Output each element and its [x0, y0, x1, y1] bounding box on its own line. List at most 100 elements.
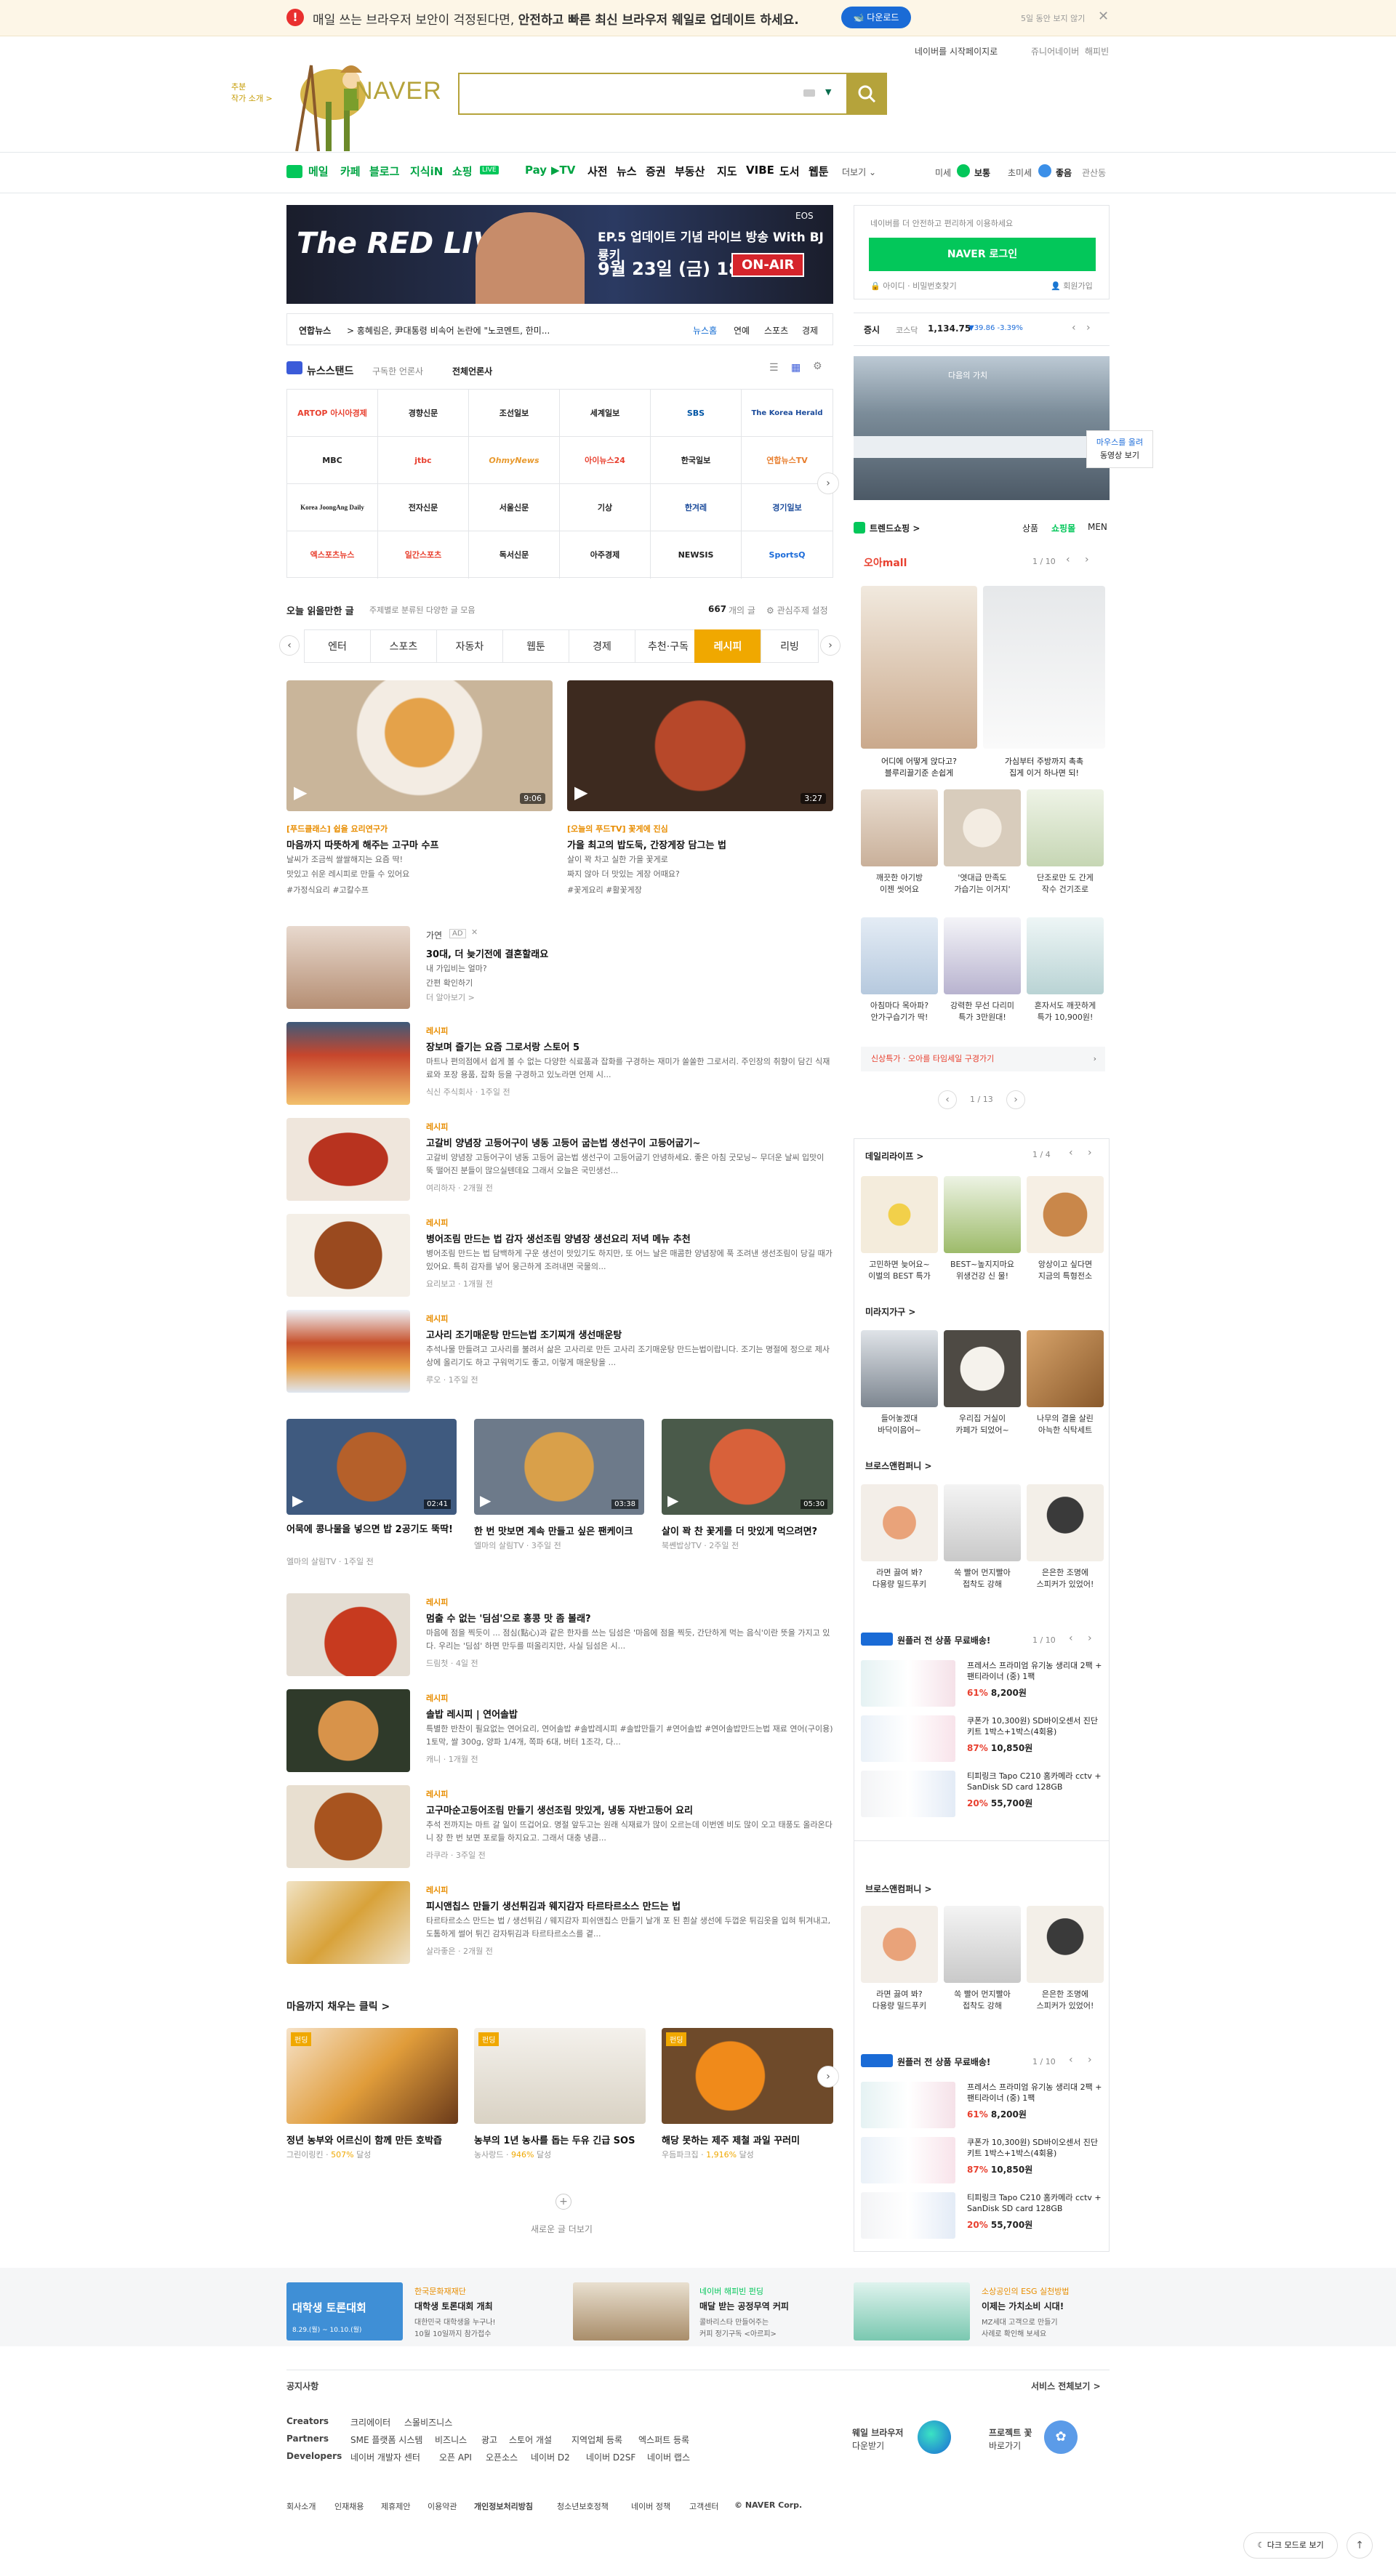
- feed-tab[interactable]: 엔터: [304, 629, 371, 663]
- article-meta[interactable]: 여리하자 · 2개월 전: [426, 1182, 493, 1195]
- article-thumbnail[interactable]: [286, 1689, 410, 1772]
- press-logo[interactable]: 일간스포츠: [378, 531, 469, 579]
- press-logo[interactable]: 서울신문: [469, 484, 560, 531]
- article-meta[interactable]: 요리보고 · 1개월 전: [426, 1278, 493, 1291]
- product-item[interactable]: 우리집 거실이 카페가 되었어~: [944, 1330, 1021, 1436]
- set-homepage-link[interactable]: 네이버를 시작페이지로: [915, 45, 998, 57]
- article-meta[interactable]: 라쿠라 · 3주일 전: [426, 1849, 486, 1862]
- product-image[interactable]: [861, 586, 977, 749]
- deal-image[interactable]: [861, 2192, 955, 2239]
- play-icon[interactable]: ▶: [294, 782, 307, 802]
- deal-image[interactable]: [861, 1771, 955, 1817]
- product-item[interactable]: 쏙 빨어 먼지빨아 접착도 강해: [944, 1484, 1021, 1590]
- press-logo[interactable]: 조선일보: [469, 390, 560, 437]
- search-input[interactable]: [458, 73, 887, 115]
- banner-title[interactable]: 매달 받는 공정무역 커피: [699, 2300, 789, 2312]
- article-thumbnail[interactable]: [286, 1785, 410, 1868]
- press-logo[interactable]: ARTOP 아시아경제: [287, 390, 378, 437]
- feed-tab[interactable]: 추천·구독: [635, 629, 702, 663]
- product-item[interactable]: 은은한 조명에 스피커가 있었어!: [1027, 1484, 1104, 1590]
- shopping-tab-malls[interactable]: 쇼핑몰: [1051, 522, 1075, 534]
- footer-link[interactable]: 오픈 API: [439, 2451, 472, 2463]
- footer-link[interactable]: 네이버 개발자 센터: [350, 2451, 420, 2463]
- article-title[interactable]: 고구마순고등어조림 만들기 생선조림 맛있게, 냉동 자반고등어 요리: [426, 1803, 693, 1816]
- footer-bottom-link[interactable]: 회사소개: [286, 2500, 316, 2512]
- chevron-right-icon[interactable]: ›: [1085, 554, 1089, 565]
- chevron-right-icon[interactable]: ›: [1086, 322, 1091, 334]
- deal-image[interactable]: [861, 2082, 955, 2128]
- article-title[interactable]: 피시앤칩스 만들기 생선튀김과 웨지감자 타르타르소스 만드는 법: [426, 1899, 681, 1912]
- video-channel[interactable]: [푸드클래스] 쉽을 요리연구가: [286, 823, 388, 834]
- footer-bottom-link[interactable]: 고객센터: [689, 2500, 718, 2512]
- press-logo[interactable]: 한국일보: [651, 437, 742, 484]
- nav-pay[interactable]: Pay: [525, 164, 547, 177]
- nav-news[interactable]: 뉴스: [617, 164, 637, 179]
- footer-link[interactable]: 네이버 D2SF: [586, 2451, 635, 2463]
- stock-widget[interactable]: 증시 코스닥 1,134.75 ▼39.86 -3.39% ‹ ›: [854, 313, 1110, 346]
- video-title[interactable]: 마음까지 따뜻하게 해주는 고구마 수프: [286, 837, 438, 851]
- product-item[interactable]: 단조로만 도 간게 작수 건기조로: [1027, 789, 1104, 895]
- press-logo[interactable]: The Korea Herald: [742, 390, 833, 437]
- nav-more[interactable]: 더보기 ⌄: [842, 166, 876, 178]
- nav-vibe[interactable]: VIBE: [746, 164, 774, 177]
- ad-banner[interactable]: The RED LIVE EP.5 업데이트 기념 라이브 방송 With BJ…: [286, 205, 833, 304]
- nav-kin[interactable]: 지식iN: [410, 164, 443, 179]
- press-logo[interactable]: 경기일보: [742, 484, 833, 531]
- press-logo[interactable]: OhmyNews: [469, 437, 560, 484]
- video-tags[interactable]: #가정식요리 #고칼수프: [286, 884, 369, 897]
- nav-blog[interactable]: 블로그: [369, 164, 399, 179]
- deal-title[interactable]: 원플러 전 상품 무료배송!: [897, 2056, 990, 2068]
- nav-dict[interactable]: 사전: [587, 164, 608, 179]
- chevron-left-icon[interactable]: ‹: [938, 1090, 957, 1109]
- feed-tab[interactable]: 리빙: [761, 629, 819, 663]
- video-thumbnail[interactable]: ▶ 9:06: [286, 680, 553, 811]
- nav-webtoon[interactable]: 웹툰: [809, 164, 829, 179]
- close-icon[interactable]: ✕: [471, 927, 478, 937]
- product-item[interactable]: 혼자서도 깨끗하게 특가 10,900원!: [1027, 917, 1104, 1023]
- chevron-right-icon[interactable]: ›: [817, 472, 839, 494]
- chevron-left-icon[interactable]: ‹: [1069, 2054, 1073, 2066]
- chevron-right-icon[interactable]: ›: [1088, 1147, 1092, 1159]
- close-icon[interactable]: ✕: [1098, 9, 1109, 24]
- mirae-title[interactable]: 미라지가구 >: [865, 1305, 915, 1318]
- nav-realestate[interactable]: 부동산: [675, 164, 705, 179]
- article-thumbnail[interactable]: [286, 1022, 410, 1105]
- find-id-link[interactable]: 🔒 아이디 · 비밀번호찾기: [870, 280, 957, 291]
- more-articles-link[interactable]: 새로운 글 더보기: [531, 2223, 593, 2235]
- product-item[interactable]: 아침마다 목아파? 안가구습기가 딱!: [861, 917, 938, 1023]
- video-thumbnail[interactable]: ▶ 05:30: [662, 1419, 833, 1515]
- happybean-link[interactable]: 해피빈: [1085, 45, 1109, 57]
- video-thumbnail[interactable]: ▶ 02:41: [286, 1419, 457, 1515]
- product-item[interactable]: 라면 끓여 봐? 다용량 밀드푸키: [861, 1906, 938, 2012]
- ticker-sports-link[interactable]: 스포츠: [764, 324, 788, 337]
- bross-title[interactable]: 브로스앤컴퍼니 >: [865, 1460, 932, 1472]
- footer-bottom-link[interactable]: 네이버 정책: [631, 2500, 670, 2512]
- article-meta[interactable]: 식신 주식회사 · 1주일 전: [426, 1086, 510, 1099]
- product-item[interactable]: 들어놓겠대 바닥이음어~: [861, 1330, 938, 1436]
- article-meta[interactable]: 살라좋은 · 2개월 전: [426, 1945, 493, 1958]
- footer-link[interactable]: 비즈니스: [435, 2434, 467, 2446]
- deal-title[interactable]: 원플러 전 상품 무료배송!: [897, 1634, 990, 1646]
- press-logo[interactable]: 아이뉴스24: [560, 437, 651, 484]
- ad-thumbnail[interactable]: [286, 926, 410, 1009]
- chevron-right-icon[interactable]: ›: [817, 2066, 839, 2088]
- footer-link[interactable]: 네이버 D2: [531, 2451, 570, 2463]
- chevron-left-icon[interactable]: ‹: [1069, 1633, 1073, 1644]
- newsstand-all[interactable]: 전체언론사: [452, 365, 492, 377]
- junior-naver-link[interactable]: 쥬니어네이버: [1031, 45, 1079, 57]
- press-logo[interactable]: NEWSIS: [651, 531, 742, 579]
- video-thumbnail[interactable]: ▶ 3:27: [567, 680, 833, 811]
- deal-name[interactable]: 프레서스 프라미엄 유기농 생리대 2팩 + 팬티라이너 (중) 1팩: [967, 1660, 1105, 1682]
- product-caption[interactable]: 어디에 어떻게 앉다고? 블루리끌기준 손쉽게: [861, 756, 977, 779]
- fund-item-title[interactable]: 해당 못하는 제주 제철 과일 꾸러미: [662, 2133, 800, 2146]
- press-logo[interactable]: 전자신문: [378, 484, 469, 531]
- press-logo[interactable]: 독서신문: [469, 531, 560, 579]
- mall-logo[interactable]: 오아mall: [864, 555, 907, 570]
- product-item[interactable]: 고민하면 늦어요~ 이벌의 BEST 특가: [861, 1176, 938, 1282]
- chevron-right-icon[interactable]: ›: [1088, 2054, 1092, 2066]
- list-view-icon[interactable]: ☰: [769, 362, 779, 374]
- play-icon[interactable]: ▶: [480, 1492, 491, 1509]
- video-channel[interactable]: [오늘의 푸드TV] 꽃게에 진심: [567, 823, 668, 834]
- video-title[interactable]: 어묵에 콩나물을 넣으면 밥 2공기도 뚝딱!: [286, 1524, 457, 1537]
- feed-tab[interactable]: 경제: [569, 629, 635, 663]
